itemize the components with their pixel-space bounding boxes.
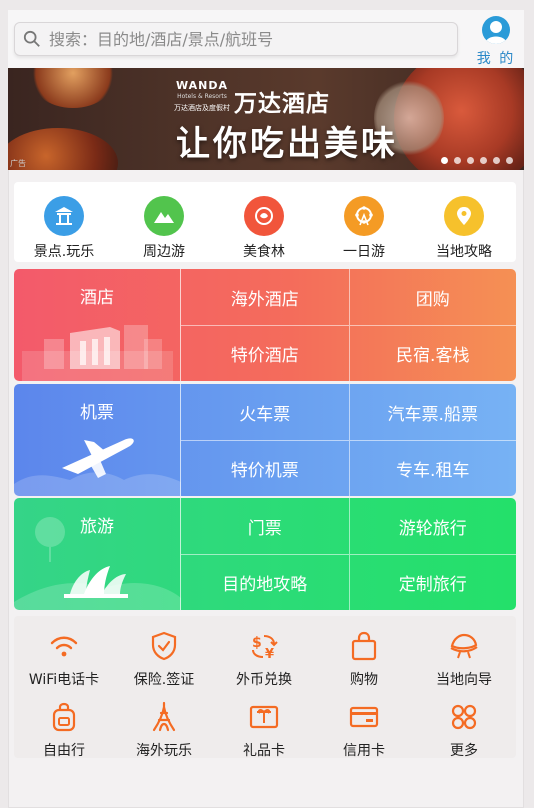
hotel-building-illustration [22, 325, 173, 381]
service-label: 礼品卡 [243, 743, 285, 759]
service-insurance-visa[interactable]: 保险.签证 [114, 616, 214, 688]
hotel-main-tile[interactable]: 酒店 [14, 269, 181, 381]
quick-item-label: 当地攻略 [436, 244, 492, 260]
service-wifi[interactable]: WiFi电话卡 [14, 616, 114, 688]
tour-main-tile[interactable]: 旅游 [14, 498, 181, 610]
temple-icon [44, 196, 84, 236]
service-overseas-fun[interactable]: 海外玩乐 [114, 687, 214, 759]
hotel-special[interactable]: 特价酒店 [181, 325, 349, 381]
quick-item-label: 景点.玩乐 [33, 244, 95, 260]
guide-hat-icon [450, 633, 478, 659]
services-grid: WiFi电话卡 保险.签证 $ ¥ 外币兑换 购物 当地向导 自由行 海外玩乐 礼… [14, 616, 516, 759]
profile-label: 我 的 [476, 51, 516, 67]
shield-icon [151, 631, 177, 661]
service-label: 外币兑换 [236, 672, 292, 688]
carousel-dot[interactable] [467, 157, 474, 164]
eiffel-tower-icon [152, 701, 176, 732]
svg-text:$: $ [252, 635, 262, 651]
location-pin-icon [444, 196, 484, 236]
search-input[interactable] [49, 29, 429, 49]
hotel-homestay[interactable]: 民宿.客栈 [348, 325, 516, 381]
service-label: WiFi电话卡 [28, 672, 100, 688]
flight-main-tile[interactable]: 机票 [14, 384, 181, 496]
tour-section: 旅游 门票 游轮旅行 目的地攻略 定制旅行 [14, 498, 516, 610]
hotel-overseas[interactable]: 海外酒店 [181, 269, 349, 325]
ad-tag: 广告 [10, 159, 26, 168]
profile-button[interactable]: 我 的 [474, 14, 518, 67]
more-icon [451, 704, 477, 730]
svg-text:¥: ¥ [265, 647, 274, 662]
service-label: 海外玩乐 [136, 743, 192, 759]
service-gift-card[interactable]: 礼品卡 [214, 687, 314, 759]
service-currency[interactable]: $ ¥ 外币兑换 [214, 616, 314, 688]
service-label: 更多 [450, 743, 478, 759]
gift-card-icon [249, 705, 279, 729]
opera-house-illustration [14, 517, 181, 610]
bus-ferry-tickets[interactable]: 汽车票.船票 [348, 384, 517, 440]
quick-item-food[interactable]: 美食林 [214, 182, 314, 262]
shopping-bag-icon [351, 631, 377, 661]
cruise-travel[interactable]: 游轮旅行 [348, 498, 517, 554]
backpack-icon [52, 702, 76, 732]
banner-title: 万达酒店 [234, 91, 330, 117]
service-credit-card[interactable]: 信用卡 [314, 687, 414, 759]
service-local-guide[interactable]: 当地向导 [414, 616, 514, 688]
search-box[interactable] [14, 22, 458, 56]
ferris-wheel-icon [344, 196, 384, 236]
service-more[interactable]: 更多 [414, 687, 514, 759]
mountain-icon [144, 196, 184, 236]
carousel-dot[interactable] [441, 157, 448, 164]
food-image [28, 68, 118, 108]
carousel-dot[interactable] [493, 157, 500, 164]
credit-card-icon [349, 706, 379, 728]
hotel-group-buy[interactable]: 团购 [348, 269, 517, 325]
quick-item-guides[interactable]: 当地攻略 [414, 182, 514, 262]
quick-item-daytrip[interactable]: 一日游 [314, 182, 414, 262]
carousel-dot[interactable] [480, 157, 487, 164]
custom-travel[interactable]: 定制旅行 [348, 554, 516, 610]
service-free-travel[interactable]: 自由行 [14, 687, 114, 759]
currency-exchange-icon: $¥ [252, 635, 278, 662]
quick-item-label: 周边游 [143, 244, 185, 260]
food-icon [244, 196, 284, 236]
service-label: 保险.签证 [133, 672, 195, 688]
carousel-dots[interactable] [441, 157, 513, 164]
quick-item-label: 一日游 [343, 244, 385, 260]
service-label: 当地向导 [436, 672, 492, 688]
quick-item-label: 美食林 [243, 244, 285, 260]
banner-slogan: 让你吃出美味 [176, 124, 398, 164]
service-label: 购物 [350, 672, 378, 688]
service-shopping[interactable]: 购物 [314, 616, 414, 688]
wifi-icon [50, 636, 78, 657]
avatar-icon [482, 16, 510, 44]
carousel-dot[interactable] [506, 157, 513, 164]
service-label: 自由行 [43, 743, 85, 759]
hotel-section: 酒店 海外酒店 团购 特价酒店 民宿.客栈 [14, 269, 516, 381]
train-tickets[interactable]: 火车票 [181, 384, 349, 440]
destination-guides[interactable]: 目的地攻略 [181, 554, 349, 610]
quick-item-nearby[interactable]: 周边游 [114, 182, 214, 262]
special-flights[interactable]: 特价机票 [181, 440, 349, 496]
quick-item-attractions[interactable]: 景点.玩乐 [14, 182, 114, 262]
promo-banner[interactable]: WANDA Hotels & Resorts 万达酒店及度假村 万达酒店 让你吃… [8, 68, 524, 170]
wanda-logo: WANDA Hotels & Resorts 万达酒店及度假村 [174, 79, 230, 112]
attraction-tickets[interactable]: 门票 [181, 498, 349, 554]
carousel-dot[interactable] [454, 157, 461, 164]
airplane-illustration [14, 438, 181, 496]
search-icon [23, 30, 40, 47]
car-rental[interactable]: 专车.租车 [348, 440, 516, 496]
flight-section: 机票 火车票 汽车票.船票 特价机票 专车.租车 [14, 384, 516, 496]
quick-nav: 景点.玩乐 周边游 美食林 一日游 当地攻略 [14, 182, 516, 262]
service-label: 信用卡 [343, 743, 385, 759]
